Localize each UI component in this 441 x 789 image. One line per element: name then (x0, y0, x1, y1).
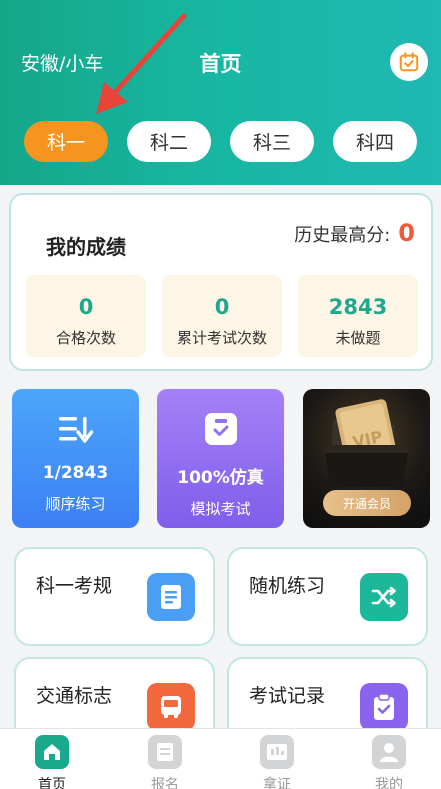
stat-value: 2843 (328, 295, 388, 319)
clipboard-check-icon (360, 683, 408, 731)
mock-exam-label: 模拟考试 (190, 500, 251, 518)
stat-pass-count: 0 合格次数 (26, 275, 146, 357)
stat-label: 未做题 (335, 329, 381, 347)
score-title: 我的成绩 (46, 235, 126, 259)
calendar-check-icon (399, 52, 419, 72)
header: 安徽/小车 首页 科一 科二 科三 科四 (0, 0, 441, 185)
stat-exam-count: 0 累计考试次数 (162, 275, 282, 357)
open-membership-button[interactable]: 开通会员 (323, 490, 411, 516)
bottom-nav: 首页 报名 拿证 我的 (0, 728, 441, 789)
stat-undone-count: 2843 未做题 (298, 275, 418, 357)
calendar-button[interactable] (390, 43, 428, 81)
bus-icon (147, 683, 195, 731)
nav-label: 首页 (38, 777, 66, 789)
traffic-signs-label: 交通标志 (36, 685, 113, 707)
sequential-practice-card[interactable]: 1/2843 顺序练习 (12, 389, 139, 528)
nav-license[interactable]: 拿证 (247, 735, 307, 789)
score-card: 我的成绩 历史最高分: 0 0 合格次数 0 累计考试次数 2843 未做题 (9, 193, 433, 371)
best-score-label: 历史最高分: (294, 225, 391, 246)
shuffle-icon (360, 573, 408, 621)
stat-label: 累计考试次数 (176, 329, 267, 347)
exam-rules-label: 科一考规 (36, 575, 113, 597)
random-practice-card[interactable]: 随机练习 (227, 547, 428, 646)
vip-card[interactable]: VIP 开通会员 (303, 389, 430, 528)
stat-value: 0 (78, 295, 94, 319)
best-score-value: 0 (398, 219, 415, 247)
nav-home[interactable]: 首页 (22, 735, 82, 789)
practice-progress: 1/2843 (42, 463, 109, 483)
tab-subject-2[interactable]: 科二 (127, 121, 211, 162)
nav-label: 报名 (151, 777, 179, 789)
document-icon (147, 573, 195, 621)
tab-subject-1[interactable]: 科一 (24, 121, 108, 162)
stat-label: 合格次数 (55, 329, 116, 347)
page-title: 首页 (199, 52, 242, 76)
exam-records-label: 考试记录 (249, 685, 326, 707)
practice-label: 顺序练习 (45, 495, 106, 513)
nav-label: 我的 (375, 777, 403, 789)
list-sort-icon (56, 409, 96, 449)
vip-card-icon: VIP (325, 399, 408, 487)
exam-rules-card[interactable]: 科一考规 (14, 547, 215, 646)
nav-label: 拿证 (263, 777, 291, 789)
user-icon (372, 735, 406, 769)
nav-mine[interactable]: 我的 (359, 735, 419, 789)
nav-register[interactable]: 报名 (135, 735, 195, 789)
stat-value: 0 (214, 295, 230, 319)
best-score: 历史最高分: 0 (294, 219, 415, 247)
mock-exam-card[interactable]: 100%仿真 模拟考试 (157, 389, 284, 528)
form-icon (148, 735, 182, 769)
tab-subject-3[interactable]: 科三 (230, 121, 314, 162)
exam-check-icon (201, 409, 241, 449)
license-icon (260, 735, 294, 769)
tab-subject-4[interactable]: 科四 (333, 121, 417, 162)
mock-exam-value: 100%仿真 (177, 468, 264, 488)
home-icon (35, 735, 69, 769)
random-practice-label: 随机练习 (249, 575, 326, 597)
